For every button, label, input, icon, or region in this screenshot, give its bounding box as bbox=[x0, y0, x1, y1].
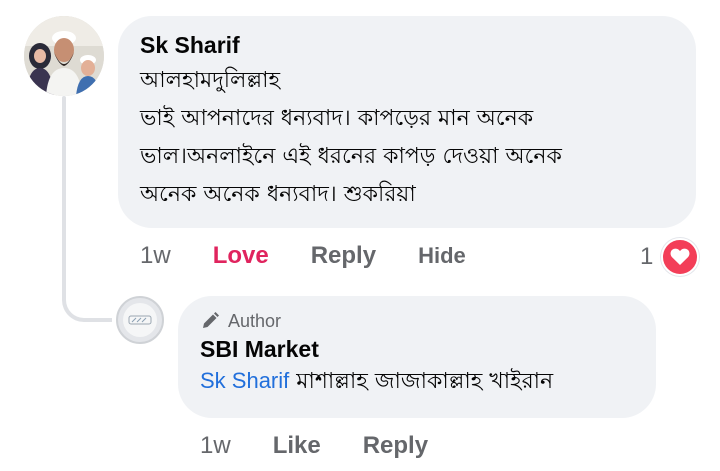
reply-text: Sk Sharif মাশাল্লাহ জাজাকাল্লাহ খাইরান bbox=[200, 364, 634, 399]
reply-author-name[interactable]: SBI Market bbox=[200, 334, 634, 364]
reaction-count: 1 bbox=[640, 243, 654, 270]
reply-actions: 1w Like Reply bbox=[200, 430, 470, 462]
comment-line: ভাই আপনাদের ধন্যবাদ। কাপড়ের মান অনেক bbox=[140, 106, 534, 131]
page-avatar[interactable] bbox=[116, 296, 164, 344]
pen-icon bbox=[200, 311, 220, 331]
reaction-summary[interactable]: 1 bbox=[640, 238, 700, 276]
reply-timestamp[interactable]: 1w bbox=[200, 432, 231, 460]
sbi-market-logo bbox=[123, 303, 157, 337]
comment-actions: 1w Love Reply Hide bbox=[140, 240, 508, 272]
thread-line bbox=[62, 96, 66, 296]
commenter-photo bbox=[24, 16, 104, 96]
author-badge: Author bbox=[200, 308, 634, 334]
reply-bubble: Author SBI Market Sk Sharif মাশাল্লাহ জা… bbox=[178, 296, 656, 418]
comment-author-name[interactable]: Sk Sharif bbox=[140, 30, 674, 60]
reply-button[interactable]: Reply bbox=[311, 242, 376, 270]
reply-message: মাশাল্লাহ জাজাকাল্লাহ খাইরান bbox=[289, 369, 554, 394]
author-badge-label: Author bbox=[228, 310, 282, 331]
thread-connector bbox=[62, 270, 112, 322]
comment-bubble: Sk Sharif আলহামদুলিল্লাহ ভাই আপনাদের ধন্… bbox=[118, 16, 696, 228]
comment-line: ভাল।অনলাইনে এই ধরনের কাপড় দেওয়া অনেক bbox=[140, 144, 562, 169]
mention-link[interactable]: Sk Sharif bbox=[200, 368, 289, 393]
comment-line: অনেক অনেক ধন্যবাদ। শুকরিয়া bbox=[140, 182, 416, 207]
hide-button[interactable]: Hide bbox=[418, 243, 466, 269]
like-button[interactable]: Like bbox=[273, 432, 321, 460]
commenter-avatar[interactable] bbox=[24, 16, 104, 96]
love-button[interactable]: Love bbox=[213, 242, 269, 270]
comment-timestamp[interactable]: 1w bbox=[140, 242, 171, 270]
comment-text: আলহামদুলিল্লাহ ভাই আপনাদের ধন্যবাদ। কাপড… bbox=[140, 62, 674, 214]
heart-icon bbox=[661, 238, 700, 276]
reply-reply-button[interactable]: Reply bbox=[363, 432, 428, 460]
comment-line: আলহামদুলিল্লাহ bbox=[140, 68, 281, 93]
